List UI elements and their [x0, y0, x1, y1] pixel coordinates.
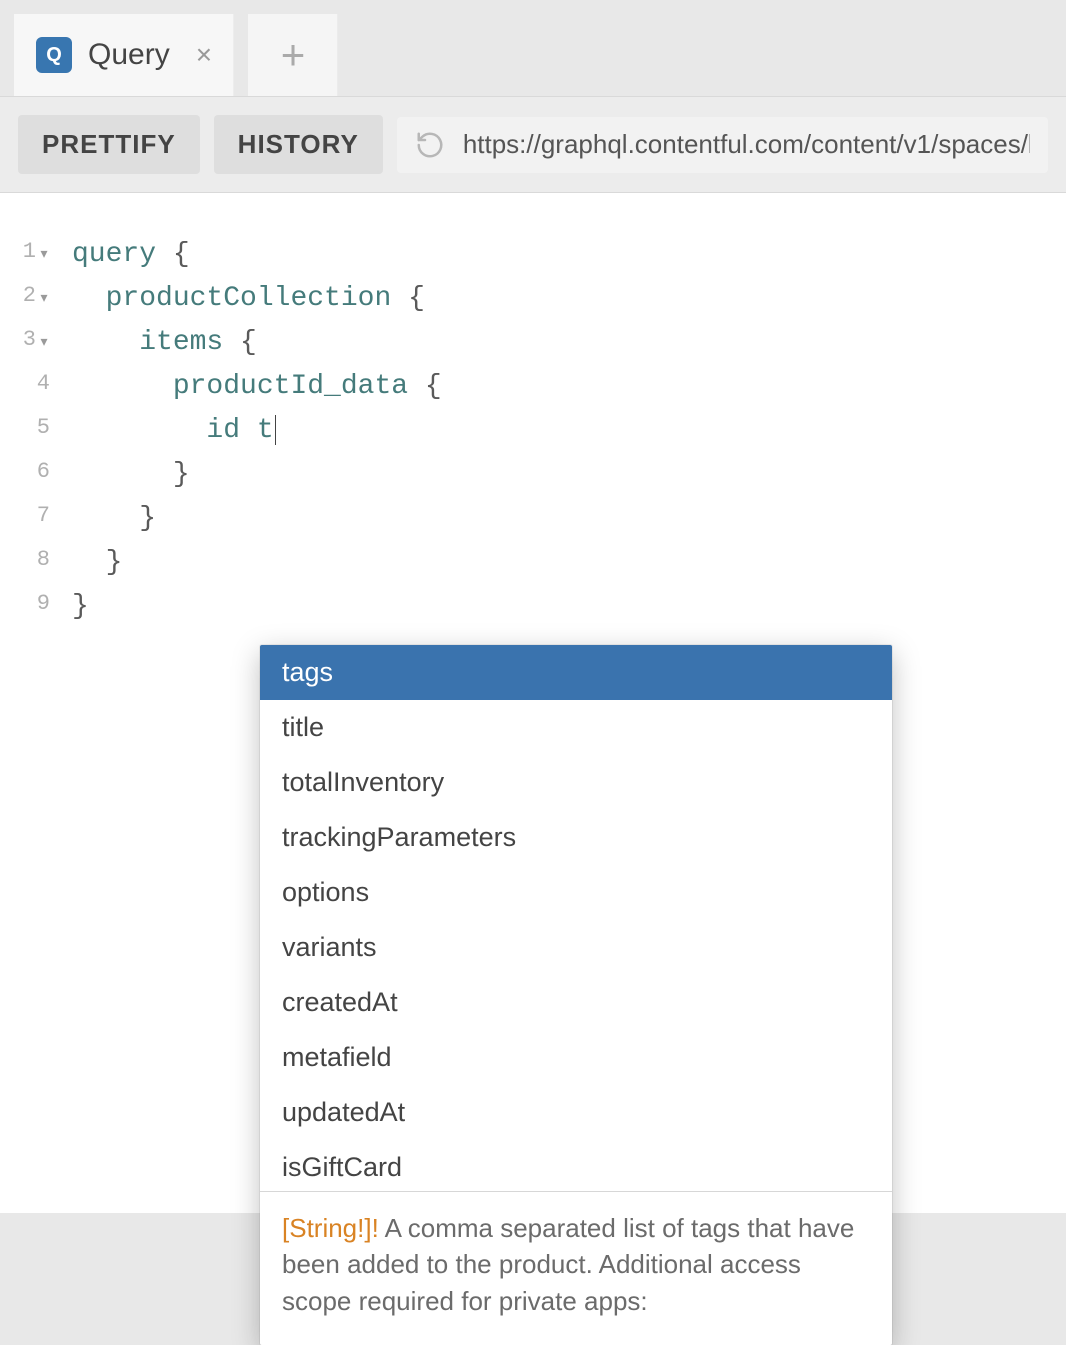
autocomplete-item[interactable]: variants: [260, 920, 892, 975]
query-tab-icon-letter: Q: [46, 44, 62, 67]
address-bar[interactable]: https://graphql.contentful.com/content/v…: [397, 117, 1048, 173]
autocomplete-list: tagstitletotalInventorytrackingParameter…: [260, 645, 892, 1191]
code-content[interactable]: }: [56, 541, 122, 585]
code-content[interactable]: id t: [56, 409, 276, 453]
code-line[interactable]: 1▾query {: [0, 233, 1066, 277]
autocomplete-item[interactable]: metafield: [260, 1030, 892, 1085]
autocomplete-item[interactable]: isGiftCard: [260, 1140, 892, 1191]
autocomplete-item[interactable]: totalInventory: [260, 755, 892, 810]
tab-query[interactable]: Q Query ×: [14, 14, 234, 96]
line-number: 8: [0, 541, 56, 585]
autocomplete-item[interactable]: options: [260, 865, 892, 920]
code-content[interactable]: query {: [56, 233, 190, 277]
code-line[interactable]: 4 productId_data {: [0, 365, 1066, 409]
history-button[interactable]: HISTORY: [214, 115, 383, 174]
fold-toggle-icon[interactable]: ▾: [38, 277, 50, 321]
autocomplete-popup: tagstitletotalInventorytrackingParameter…: [260, 645, 892, 1345]
autocomplete-item[interactable]: trackingParameters: [260, 810, 892, 865]
code-content[interactable]: productCollection {: [56, 277, 425, 321]
code-line[interactable]: 9}: [0, 585, 1066, 629]
code-line[interactable]: 6 }: [0, 453, 1066, 497]
plus-icon: +: [281, 34, 306, 76]
line-number: 7: [0, 497, 56, 541]
prettify-button[interactable]: PRETTIFY: [18, 115, 200, 174]
code-line[interactable]: 5 id t: [0, 409, 1066, 453]
code-content[interactable]: items {: [56, 321, 257, 365]
text-cursor: [275, 415, 276, 445]
code-content[interactable]: productId_data {: [56, 365, 442, 409]
code-line[interactable]: 8 }: [0, 541, 1066, 585]
code-line[interactable]: 7 }: [0, 497, 1066, 541]
code-content[interactable]: }: [56, 453, 190, 497]
query-tab-icon: Q: [36, 37, 72, 73]
autocomplete-item[interactable]: tags: [260, 645, 892, 700]
line-number: 1▾: [0, 233, 56, 279]
autocomplete-type: [String!]!: [282, 1213, 379, 1243]
close-icon[interactable]: ×: [196, 39, 212, 71]
fold-toggle-icon[interactable]: ▾: [38, 233, 50, 277]
autocomplete-description: [String!]! A comma separated list of tag…: [260, 1191, 892, 1345]
autocomplete-item[interactable]: updatedAt: [260, 1085, 892, 1140]
line-number: 4: [0, 365, 56, 409]
line-number: 6: [0, 453, 56, 497]
refresh-icon[interactable]: [415, 130, 445, 160]
code-content[interactable]: }: [56, 497, 156, 541]
code-content[interactable]: }: [56, 585, 89, 629]
url-text: https://graphql.contentful.com/content/v…: [463, 129, 1030, 160]
tab-title: Query: [88, 38, 170, 72]
code-line[interactable]: 3▾ items {: [0, 321, 1066, 365]
editor[interactable]: 1▾query {2▾ productCollection {3▾ items …: [0, 193, 1066, 1213]
tab-bar: Q Query × +: [0, 0, 1066, 96]
fold-toggle-icon[interactable]: ▾: [38, 321, 50, 365]
line-number: 5: [0, 409, 56, 453]
code-line[interactable]: 2▾ productCollection {: [0, 277, 1066, 321]
line-number: 9: [0, 585, 56, 629]
toolbar: PRETTIFY HISTORY https://graphql.content…: [0, 96, 1066, 193]
add-tab-button[interactable]: +: [248, 14, 338, 96]
line-number: 3▾: [0, 321, 56, 367]
autocomplete-item[interactable]: createdAt: [260, 975, 892, 1030]
line-number: 2▾: [0, 277, 56, 323]
autocomplete-item[interactable]: title: [260, 700, 892, 755]
